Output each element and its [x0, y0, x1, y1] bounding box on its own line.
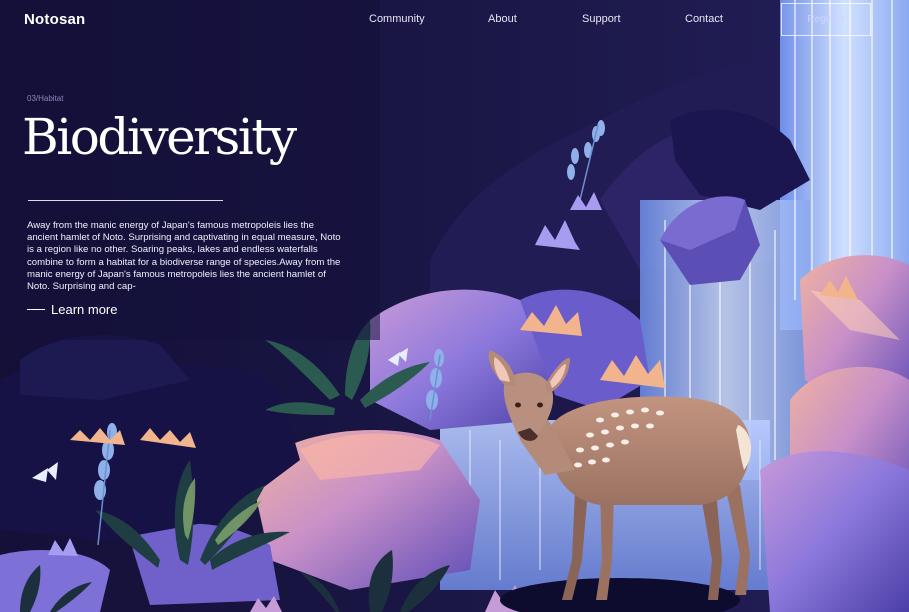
brand-logo[interactable]: Notosan: [24, 11, 85, 28]
nav-link-community[interactable]: Community: [369, 13, 425, 25]
learn-more-link[interactable]: Learn more: [27, 302, 117, 317]
top-nav: Notosan Community About Support Contact …: [0, 0, 909, 40]
dash-icon: [27, 308, 45, 311]
nav-link-about[interactable]: About: [488, 13, 517, 25]
habitat-illustration: [0, 0, 909, 612]
title-divider: [28, 200, 223, 201]
register-button[interactable]: Register: [781, 3, 871, 36]
page-title: Biodiversity: [22, 108, 297, 166]
nav-link-support[interactable]: Support: [582, 13, 621, 25]
hero-description: Away from the manic energy of Japan's fa…: [27, 220, 341, 293]
learn-more-label: Learn more: [51, 302, 118, 317]
nav-link-contact[interactable]: Contact: [685, 13, 723, 25]
section-kicker: 03/Habitat: [27, 94, 64, 103]
